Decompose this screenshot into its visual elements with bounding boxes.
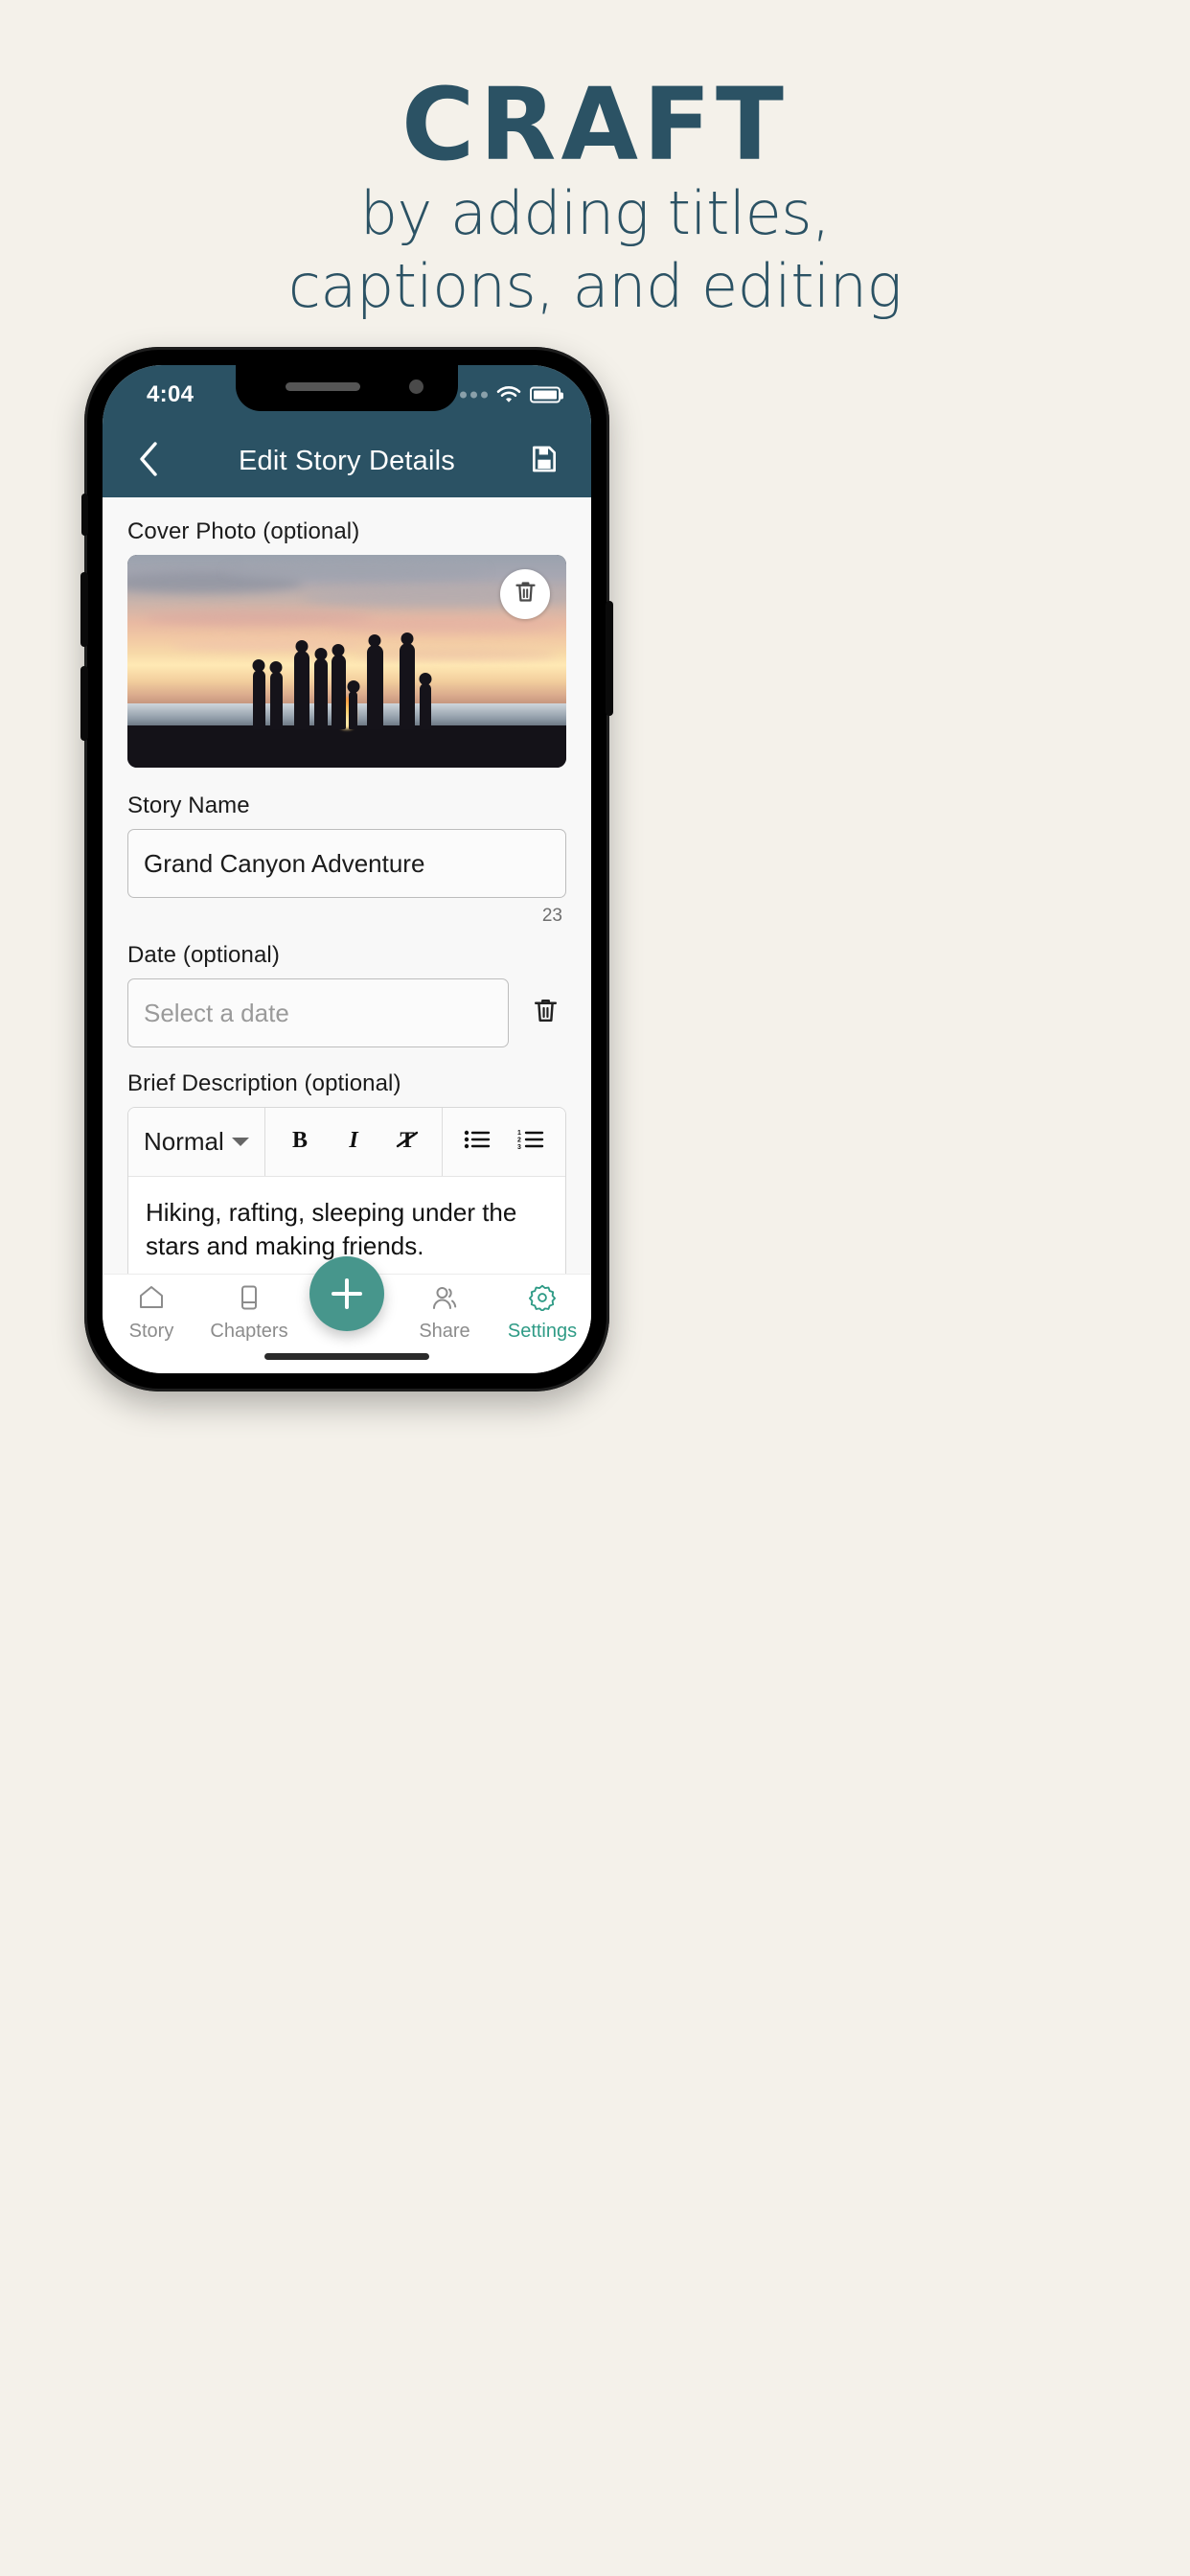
silhouette-person — [399, 632, 415, 730]
cover-photo-preview[interactable] — [127, 555, 566, 768]
nav-item-story[interactable]: Story — [103, 1284, 200, 1343]
clear-date-button[interactable] — [524, 992, 566, 1034]
phone-notch — [236, 365, 458, 411]
trash-icon — [531, 996, 561, 1030]
edit-story-form: Cover Photo (optional) Story Name Grand … — [103, 497, 591, 1274]
story-name-input[interactable]: Grand Canyon Adventure — [127, 829, 566, 898]
nav-label-chapters: Chapters — [210, 1321, 288, 1342]
silhouette-person — [313, 648, 328, 730]
nav-item-share[interactable]: Share — [396, 1284, 493, 1343]
chevron-left-icon — [137, 440, 162, 483]
chevron-down-icon — [232, 1138, 249, 1146]
story-name-char-count: 23 — [541, 906, 562, 926]
nav-label-story: Story — [128, 1321, 174, 1342]
text-style-select-value: Normal — [144, 1127, 224, 1156]
earpiece-speaker — [286, 382, 360, 391]
phone-volume-down-button — [80, 666, 88, 741]
cloud — [355, 648, 558, 660]
phone-power-button — [606, 601, 613, 716]
svg-text:2: 2 — [517, 1138, 521, 1144]
cloud — [329, 618, 558, 632]
phone-mockup: 4:04 Edit Story Details Cover Photo (opt… — [80, 347, 613, 1392]
clear-formatting-button[interactable]: T — [380, 1116, 434, 1169]
home-indicator — [264, 1353, 429, 1360]
add-button-fab[interactable] — [309, 1256, 384, 1331]
silhouette-person — [269, 661, 283, 730]
date-label: Date (optional) — [127, 942, 280, 968]
silhouette-person-seated — [347, 680, 360, 730]
svg-text:I: I — [348, 1128, 359, 1152]
text-style-select[interactable]: Normal — [128, 1108, 265, 1176]
date-input[interactable]: Select a date — [127, 978, 509, 1047]
editor-format-group: B I — [265, 1108, 443, 1176]
status-bar-indicators — [460, 385, 563, 404]
phone-screen: 4:04 Edit Story Details Cover Photo (opt… — [103, 365, 591, 1373]
svg-text:1: 1 — [517, 1130, 521, 1137]
front-camera — [409, 380, 423, 394]
trash-icon — [513, 579, 538, 610]
gear-icon — [528, 1284, 557, 1316]
silhouette-person-seated — [419, 673, 432, 730]
people-icon — [430, 1284, 459, 1316]
phone-body: 4:04 Edit Story Details Cover Photo (opt… — [80, 347, 613, 1392]
date-row: Select a date — [127, 978, 566, 1047]
numbered-list-button[interactable]: 1 2 3 — [504, 1116, 558, 1169]
silhouette-person — [294, 640, 310, 730]
cover-photo-label: Cover Photo (optional) — [127, 518, 360, 544]
cloud — [223, 561, 488, 581]
marketing-headline: CRAFT — [401, 66, 789, 183]
nav-label-settings: Settings — [507, 1321, 578, 1342]
bold-button[interactable]: B — [273, 1116, 327, 1169]
editor-toolbar: Normal B I 1 2 3 — [128, 1108, 565, 1177]
italic-icon: I — [342, 1127, 365, 1157]
delete-cover-photo-button[interactable] — [500, 569, 550, 619]
marketing-subheadline-line1: by adding titles, — [359, 178, 831, 248]
marketing-subheadline-line2: captions, and editing — [287, 250, 903, 321]
nav-item-settings[interactable]: Settings — [493, 1284, 591, 1343]
numbered-list-icon: 1 2 3 — [517, 1128, 544, 1156]
clear-formatting-icon: T — [395, 1127, 420, 1157]
plus-icon — [332, 1278, 362, 1309]
cover-photo-beach — [127, 724, 566, 768]
bullet-list-button[interactable] — [450, 1116, 504, 1169]
marketing-subheadline: by adding titles, captions, and editing — [0, 177, 1190, 322]
nav-label-share: Share — [419, 1321, 470, 1342]
italic-button[interactable]: I — [327, 1116, 380, 1169]
svg-text:B: B — [292, 1128, 308, 1152]
save-button[interactable] — [522, 439, 566, 483]
floppy-disk-save-icon — [529, 444, 560, 479]
silhouette-person — [331, 644, 346, 730]
phone-volume-up-button — [80, 572, 88, 647]
story-name-label: Story Name — [127, 793, 250, 818]
bullet-list-icon — [464, 1128, 491, 1156]
marketing-screenshot-page: CRAFT by adding titles, captions, and ed… — [0, 0, 1190, 2576]
signal-dots-icon — [460, 391, 488, 399]
rich-text-editor: Normal B I 1 2 3 Hiking, rafting, sleepi… — [127, 1107, 566, 1274]
book-icon — [235, 1284, 263, 1316]
back-button[interactable] — [127, 439, 172, 483]
wifi-icon — [496, 385, 521, 404]
page-title: Edit Story Details — [238, 445, 455, 476]
battery-full-icon — [530, 386, 563, 403]
nav-item-chapters[interactable]: Chapters — [200, 1284, 298, 1343]
svg-text:3: 3 — [517, 1144, 521, 1151]
silhouette-person — [366, 634, 383, 730]
phone-silent-switch — [81, 494, 88, 536]
status-bar-time: 4:04 — [147, 381, 195, 407]
description-label: Brief Description (optional) — [127, 1070, 401, 1096]
bold-icon: B — [288, 1127, 311, 1157]
app-bar: Edit Story Details — [103, 425, 591, 497]
status-bar: 4:04 — [103, 365, 591, 425]
silhouette-person — [252, 659, 265, 730]
editor-list-group: 1 2 3 — [443, 1108, 565, 1176]
home-icon — [137, 1284, 166, 1316]
